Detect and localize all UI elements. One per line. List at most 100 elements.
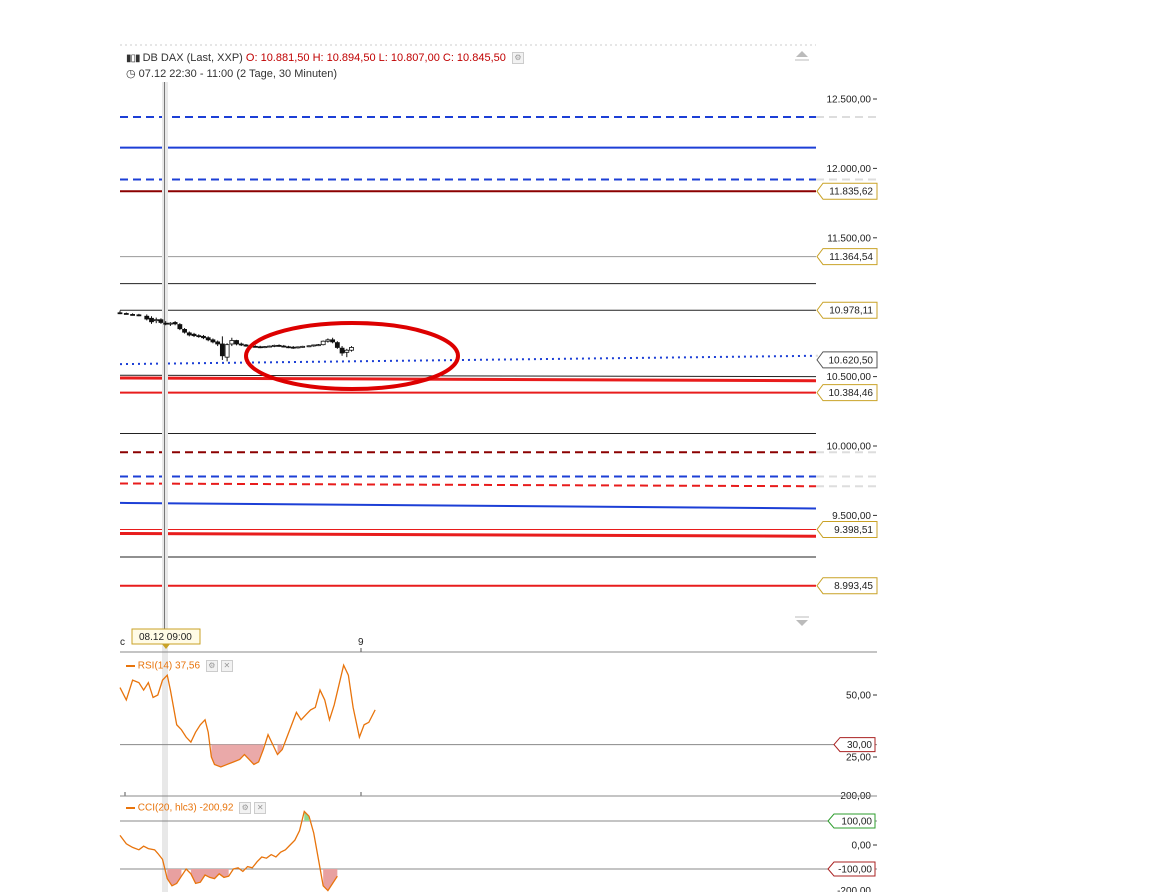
rsi-threshold-tag-label: 30,00 <box>847 740 872 751</box>
candle-body <box>130 314 136 316</box>
candle-body <box>286 346 291 349</box>
candle-body <box>320 340 326 346</box>
candle-body <box>267 345 273 348</box>
candle-body <box>229 340 235 345</box>
x-tick-label-partial: c <box>120 637 125 648</box>
scroll-up-icon[interactable] <box>795 51 809 61</box>
rsi-close-icon[interactable]: ✕ <box>220 660 233 672</box>
candles-icon[interactable]: ▮▯▮ <box>126 53 140 64</box>
chart-canvas[interactable]: 12.500,00 12.000,00 11.500,00 10.500,00 10.0… <box>0 0 1152 892</box>
price-axis-label: 11.500,00 <box>827 233 871 244</box>
candle-body <box>334 342 340 348</box>
candle-body <box>349 347 354 351</box>
x-tick-label: 9 <box>358 637 364 648</box>
candle-body <box>238 343 244 346</box>
instrument-name: DB DAX (Last, XXP) <box>142 52 243 64</box>
cci-threshold-tag[interactable]: 100,00 <box>827 813 876 829</box>
cci-color-swatch <box>126 807 135 809</box>
candle-body <box>136 314 142 317</box>
candle <box>177 323 183 331</box>
candle-body <box>271 344 277 347</box>
cci-threshold-tag-label: 100,00 <box>841 817 872 828</box>
price-tag[interactable]: 10.620,50 <box>816 351 878 369</box>
candle-body <box>167 322 173 325</box>
candle <box>262 346 268 349</box>
candle <box>306 345 312 348</box>
candle-body <box>219 343 225 357</box>
rsi-panel: 50,0025,0030,00200,00 <box>119 663 877 802</box>
price-tag-label: 10.620,50 <box>829 355 874 366</box>
candle <box>295 346 301 349</box>
candle-body <box>153 319 159 322</box>
rsi-axis-label: 50,00 <box>846 691 871 702</box>
candle <box>349 346 354 352</box>
settings-icon[interactable]: ⚙ <box>511 52 524 65</box>
candle <box>229 337 235 347</box>
candle-body <box>186 332 192 336</box>
price-tag-label: 10.384,46 <box>829 388 874 399</box>
price-level-line[interactable] <box>119 376 817 383</box>
price-level-line[interactable] <box>119 531 817 538</box>
price-tag[interactable]: 10.384,46 <box>816 384 878 402</box>
candle-body <box>253 345 258 348</box>
price-axis-label: 9.500,00 <box>832 511 871 522</box>
price-tag[interactable]: 8.993,45 <box>816 577 878 595</box>
candle <box>325 338 331 343</box>
cci-settings-icon[interactable]: ⚙ <box>239 802 252 814</box>
scroll-down-icon[interactable] <box>795 616 809 626</box>
candle <box>153 317 159 324</box>
candle <box>316 343 321 347</box>
price-tag[interactable]: 10.978,11 <box>816 301 878 319</box>
price-tag-label: 8.993,45 <box>834 581 873 592</box>
candle <box>224 343 230 362</box>
candle-body <box>182 329 187 333</box>
candle <box>172 321 178 326</box>
close-value: C: 10.845,50 <box>442 52 506 64</box>
candle <box>196 334 202 338</box>
rsi-threshold-tag[interactable]: 30,00 <box>833 737 876 753</box>
price-axis-label: 12.500,00 <box>827 95 872 106</box>
rsi-settings-icon[interactable]: ⚙ <box>205 660 218 672</box>
candle-body <box>316 344 321 347</box>
candle-body <box>262 346 268 349</box>
candle-body <box>339 347 345 354</box>
price-tag-label: 10.978,11 <box>829 306 873 317</box>
candle-body <box>205 337 211 341</box>
candle-body <box>177 324 183 330</box>
price-tag[interactable]: 9.398,51 <box>816 520 878 538</box>
candle <box>130 313 136 316</box>
cci-last-value: -200,92 <box>199 802 234 814</box>
candle-body <box>144 315 150 320</box>
candle-body <box>306 345 312 348</box>
crosshair-date-label: 08.12 09:00 <box>131 628 201 649</box>
candle <box>267 345 273 348</box>
candle <box>205 336 211 342</box>
candle <box>320 340 326 346</box>
cci-threshold-tag[interactable]: -100,00 <box>827 861 876 877</box>
price-level-line[interactable] <box>119 482 817 488</box>
price-tags: 11.835,62 11.364,54 10.978,11 10.620,50 10.3… <box>816 182 878 595</box>
price-level-line[interactable] <box>119 374 817 378</box>
candle-body <box>172 322 178 325</box>
cci-close-icon[interactable]: ✕ <box>254 802 267 814</box>
price-tag[interactable]: 11.364,54 <box>816 248 878 266</box>
price-level-line[interactable] <box>119 354 817 366</box>
candle-body <box>295 346 301 349</box>
candle <box>300 345 306 348</box>
candle <box>191 332 197 338</box>
candle <box>167 322 173 326</box>
candle-body <box>276 344 282 347</box>
candle <box>123 312 129 315</box>
price-tag[interactable]: 11.835,62 <box>816 182 878 200</box>
low-value: L: 10.807,00 <box>378 52 440 64</box>
candle-body <box>330 339 336 343</box>
candles <box>117 310 354 362</box>
candle-body <box>311 344 317 347</box>
candle <box>339 346 345 356</box>
cci-name: CCI(20, hlc3) <box>137 802 197 814</box>
candle <box>117 310 123 315</box>
candle <box>182 328 187 334</box>
price-axis-label: 10.000,00 <box>827 442 872 453</box>
candle <box>271 344 277 348</box>
price-level-line[interactable] <box>119 501 817 510</box>
